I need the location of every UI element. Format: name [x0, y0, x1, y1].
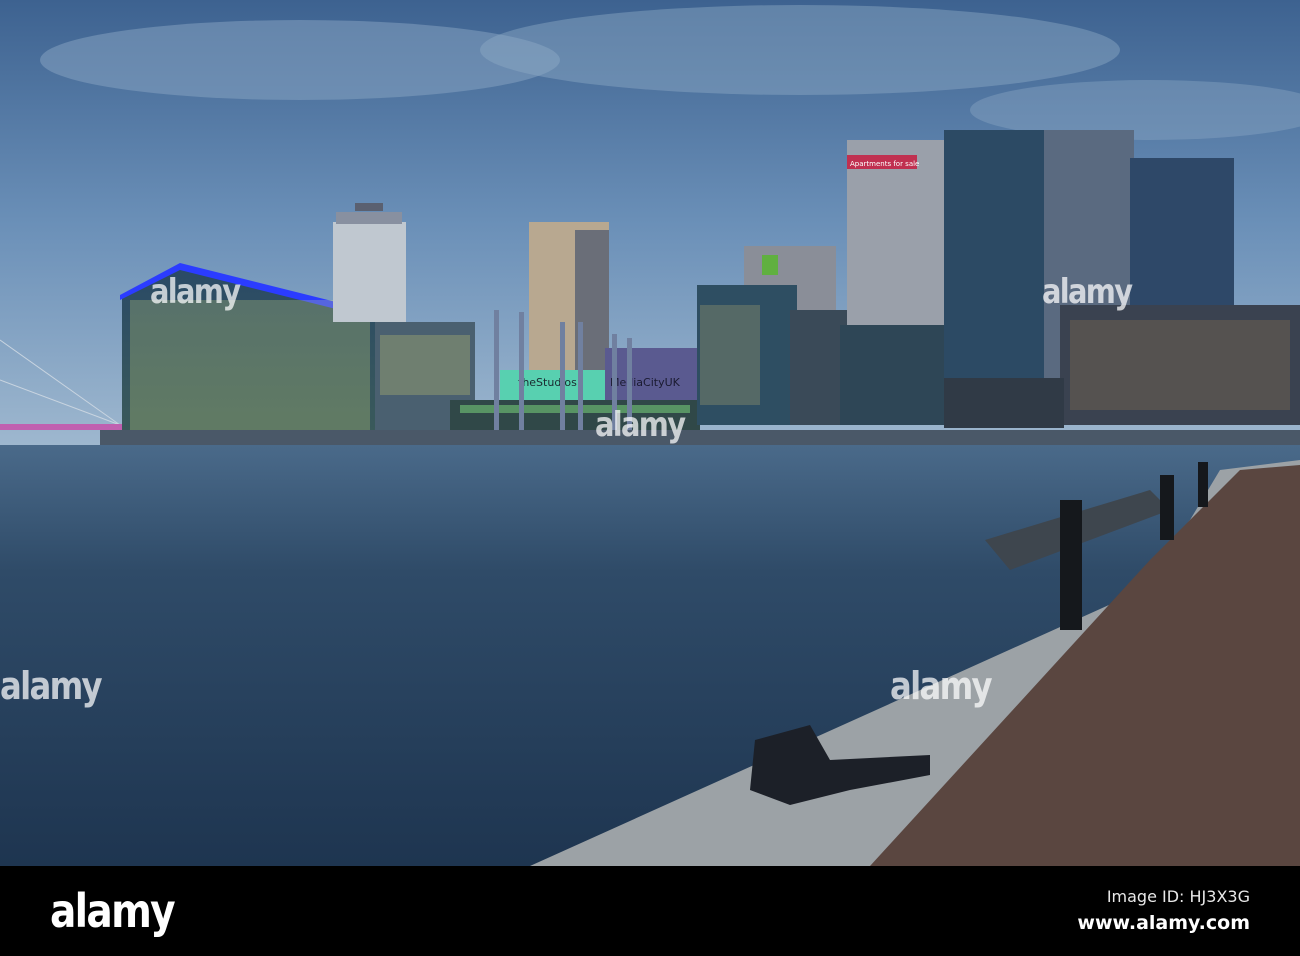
- site-url: www.alamy.com: [1077, 912, 1250, 934]
- watermark: alamy: [150, 272, 241, 312]
- studios-sign: theStudios: [518, 376, 577, 389]
- watermark: alamy: [595, 405, 686, 445]
- apartments-sign: Apartments for sale: [850, 160, 919, 168]
- mediacity-sign: MediaCityUK: [610, 376, 681, 389]
- image-id: Image ID: HJ3X3G: [1106, 887, 1250, 906]
- cloud: [40, 20, 560, 100]
- alamy-logo: alamy: [50, 884, 176, 938]
- watermark: alamy: [890, 664, 993, 708]
- footer-bar: [0, 866, 1300, 956]
- bollard: [1160, 475, 1174, 540]
- cloud: [480, 5, 1120, 95]
- round-tower: [333, 203, 406, 322]
- bollard: [1198, 462, 1208, 507]
- bollard: [1060, 500, 1082, 630]
- apartment-tower: Apartments for sale: [840, 140, 945, 425]
- watermark: alamy: [1042, 272, 1133, 312]
- watermark: alamy: [0, 664, 103, 708]
